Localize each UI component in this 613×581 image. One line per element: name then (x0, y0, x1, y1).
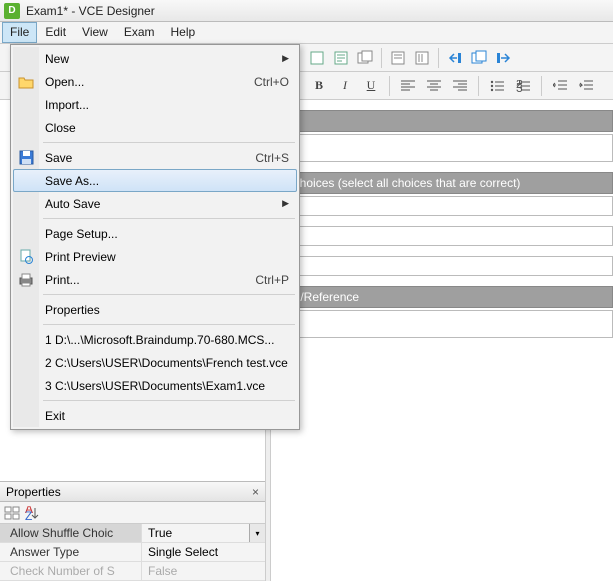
section-choices-box[interactable] (272, 196, 613, 216)
print-preview-icon (18, 249, 34, 265)
save-icon (18, 150, 34, 166)
section-choices-box2[interactable] (272, 226, 613, 246)
editor-area: n e Choices (select all choices that are… (272, 100, 613, 348)
properties-toolbar: AZ (0, 502, 265, 524)
section-choices-box3[interactable] (272, 256, 613, 276)
menu-item-import[interactable]: Import... (13, 93, 297, 116)
menu-item-label: Open... (45, 75, 84, 89)
align-left-button[interactable] (397, 75, 419, 97)
property-row: Check Number of S False (0, 562, 265, 581)
menu-item-recent-2[interactable]: 2 C:\Users\USER\Documents\French test.vc… (13, 351, 297, 374)
close-icon[interactable]: × (252, 485, 259, 499)
menu-item-label: 1 D:\...\Microsoft.Braindump.70-680.MCS.… (45, 333, 274, 347)
outdent-button[interactable] (549, 75, 571, 97)
property-value[interactable]: Single Select (142, 543, 265, 561)
section-question-header: n (272, 110, 613, 132)
properties-titlebar: Properties × (0, 482, 265, 502)
list-number-button[interactable]: 123 (512, 75, 534, 97)
toolbar-btn-8[interactable] (492, 47, 514, 69)
property-row[interactable]: Allow Shuffle Choic True ▾ (0, 524, 265, 543)
menu-exam[interactable]: Exam (116, 22, 163, 43)
menu-item-recent-1[interactable]: 1 D:\...\Microsoft.Braindump.70-680.MCS.… (13, 328, 297, 351)
menu-help[interactable]: Help (163, 22, 204, 43)
menu-item-label: 3 C:\Users\USER\Documents\Exam1.vce (45, 379, 265, 393)
menu-file[interactable]: File (2, 22, 37, 43)
toolbar-btn-4[interactable] (387, 47, 409, 69)
menu-item-print[interactable]: Print... Ctrl+P (13, 268, 297, 291)
menu-item-save-as[interactable]: Save As... (13, 169, 297, 192)
menu-edit[interactable]: Edit (37, 22, 74, 43)
menu-item-label: Save (45, 151, 72, 165)
dropdown-button-icon[interactable]: ▾ (249, 524, 265, 542)
underline-button[interactable]: U (360, 75, 382, 97)
menu-item-exit[interactable]: Exit (13, 404, 297, 427)
toolbar-btn-1[interactable] (306, 47, 328, 69)
toolbar-btn-2[interactable] (330, 47, 352, 69)
menu-item-label: Exit (45, 409, 65, 423)
print-icon (18, 272, 34, 288)
align-right-button[interactable] (449, 75, 471, 97)
file-menu-dropdown: New ▶ Open... Ctrl+O Import... Close Sav… (10, 44, 300, 430)
svg-text:3: 3 (516, 81, 523, 92)
toolbar-btn-3[interactable] (354, 47, 376, 69)
menu-item-page-setup[interactable]: Page Setup... (13, 222, 297, 245)
menu-bar: File Edit View Exam Help (0, 22, 613, 44)
menu-item-label: Save As... (45, 174, 99, 188)
submenu-arrow-icon: ▶ (282, 198, 289, 209)
list-bullet-button[interactable] (486, 75, 508, 97)
toolbar-btn-6[interactable] (444, 47, 466, 69)
menu-item-label: Print... (45, 273, 80, 287)
menu-item-label: Page Setup... (45, 227, 118, 241)
property-row[interactable]: Answer Type Single Select (0, 543, 265, 562)
italic-button[interactable]: I (334, 75, 356, 97)
menu-item-label: Print Preview (45, 250, 116, 264)
menu-view[interactable]: View (74, 22, 116, 43)
svg-text:Z: Z (25, 509, 32, 520)
menu-item-print-preview[interactable]: Print Preview (13, 245, 297, 268)
properties-grid: Allow Shuffle Choic True ▾ Answer Type S… (0, 524, 265, 581)
properties-panel: Properties × AZ Allow Shuffle Choic True… (0, 481, 265, 581)
menu-item-new[interactable]: New ▶ (13, 47, 297, 70)
section-explanation-header: tion/Reference (272, 286, 613, 308)
property-value[interactable]: True ▾ (142, 524, 265, 542)
menu-item-properties[interactable]: Properties (13, 298, 297, 321)
menu-item-recent-3[interactable]: 3 C:\Users\USER\Documents\Exam1.vce (13, 374, 297, 397)
property-key: Allow Shuffle Choic (0, 524, 142, 542)
property-value: False (142, 562, 265, 580)
categorize-icon[interactable] (4, 506, 20, 520)
menu-item-label: Import... (45, 98, 89, 112)
menu-item-label: Close (45, 121, 76, 135)
bold-button[interactable]: B (308, 75, 330, 97)
submenu-arrow-icon: ▶ (282, 53, 289, 64)
menu-item-label: Properties (45, 303, 100, 317)
menu-item-close[interactable]: Close (13, 116, 297, 139)
window-title: Exam1* - VCE Designer (26, 4, 155, 18)
menu-shortcut: Ctrl+P (255, 273, 289, 287)
title-bar: D Exam1* - VCE Designer (0, 0, 613, 22)
section-explanation-box[interactable] (272, 310, 613, 338)
menu-shortcut: Ctrl+S (255, 151, 289, 165)
toolbar-btn-7[interactable] (468, 47, 490, 69)
menu-item-label: New (45, 52, 69, 66)
menu-item-label: 2 C:\Users\USER\Documents\French test.vc… (45, 356, 288, 370)
toolbar-btn-5[interactable] (411, 47, 433, 69)
property-key: Check Number of S (0, 562, 142, 580)
menu-item-open[interactable]: Open... Ctrl+O (13, 70, 297, 93)
folder-open-icon (18, 74, 34, 90)
sort-icon[interactable]: AZ (24, 506, 40, 520)
properties-title-label: Properties (6, 485, 61, 499)
menu-item-auto-save[interactable]: Auto Save ▶ (13, 192, 297, 215)
menu-item-save[interactable]: Save Ctrl+S (13, 146, 297, 169)
menu-item-label: Auto Save (45, 197, 100, 211)
indent-button[interactable] (575, 75, 597, 97)
app-icon: D (4, 3, 20, 19)
property-key: Answer Type (0, 543, 142, 561)
section-choices-header: e Choices (select all choices that are c… (272, 172, 613, 194)
section-question-box[interactable] (272, 134, 613, 162)
align-center-button[interactable] (423, 75, 445, 97)
menu-shortcut: Ctrl+O (254, 75, 289, 89)
